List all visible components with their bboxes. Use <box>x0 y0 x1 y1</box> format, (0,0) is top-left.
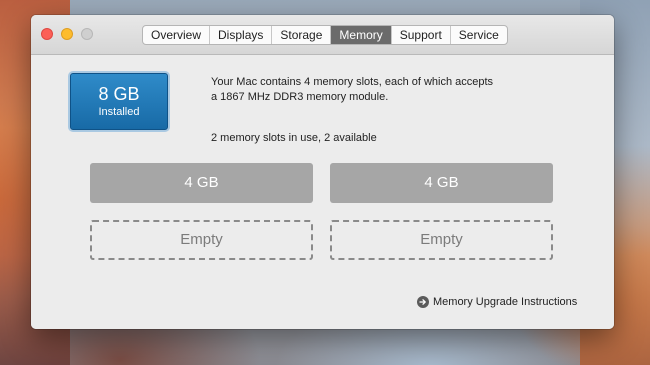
memory-slot-3: Empty <box>90 220 313 260</box>
window-titlebar: Overview Displays Storage Memory Support… <box>31 15 614 55</box>
tab-service[interactable]: Service <box>451 26 507 44</box>
tab-storage[interactable]: Storage <box>272 26 332 44</box>
memory-slot-2: 4 GB <box>330 163 553 203</box>
memory-upgrade-instructions-link[interactable]: Memory Upgrade Instructions <box>417 295 577 309</box>
about-this-mac-window: Overview Displays Storage Memory Support… <box>31 15 614 329</box>
minimize-window-button[interactable] <box>61 28 73 40</box>
close-window-button[interactable] <box>41 28 53 40</box>
zoom-window-button[interactable] <box>81 28 93 40</box>
tab-bar: Overview Displays Storage Memory Support… <box>142 25 508 45</box>
tab-overview[interactable]: Overview <box>143 26 211 44</box>
arrow-right-circle-icon <box>417 296 429 308</box>
tab-support[interactable]: Support <box>392 26 451 44</box>
memory-slot-4: Empty <box>330 220 553 260</box>
slots-summary: 2 memory slots in use, 2 available <box>211 132 377 144</box>
memory-info-line-2: a 1867 MHz DDR3 memory module. <box>211 91 389 103</box>
memory-info-line-1: Your Mac contains 4 memory slots, each o… <box>211 76 494 88</box>
memory-info: Your Mac contains 4 memory slots, each o… <box>211 75 571 105</box>
memory-slot-1: 4 GB <box>90 163 313 203</box>
installed-memory-label: Installed <box>98 106 140 118</box>
memory-upgrade-instructions-label: Memory Upgrade Instructions <box>433 296 578 308</box>
memory-panel: 8 GB Installed Your Mac contains 4 memor… <box>31 55 614 329</box>
installed-memory-size: 8 GB <box>98 84 140 104</box>
tab-displays[interactable]: Displays <box>210 26 273 44</box>
tab-memory[interactable]: Memory <box>331 26 392 44</box>
installed-memory-badge: 8 GB Installed <box>70 73 168 130</box>
